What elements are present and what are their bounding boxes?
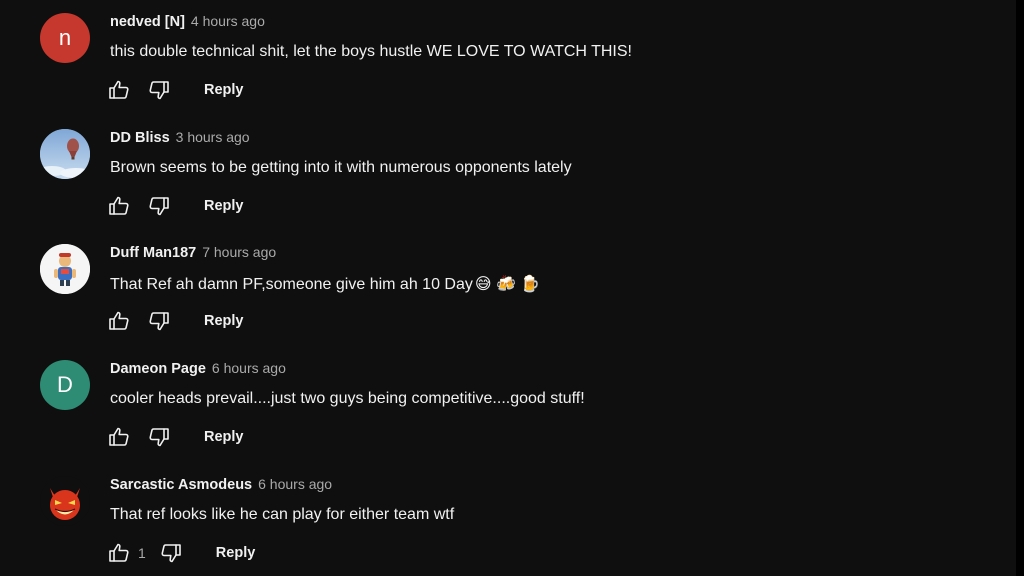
- comment-text: That ref looks like he can play for eith…: [110, 506, 455, 523]
- like-button[interactable]: [106, 77, 132, 103]
- comment-header: nedved [N] 4 hours ago: [110, 13, 265, 33]
- dislike-button[interactable]: [146, 308, 172, 334]
- comment-text-body: That Ref ah damn PF,someone give him ah …: [110, 276, 473, 293]
- avatar[interactable]: [40, 129, 90, 179]
- cartoon-character-avatar-image: [40, 244, 90, 294]
- comment-author[interactable]: Duff Man187: [110, 245, 196, 261]
- comment-emojis: 😅 🍻 🍺: [474, 276, 541, 293]
- reply-button[interactable]: Reply: [216, 545, 256, 561]
- dislike-button[interactable]: [158, 540, 184, 566]
- comment-actions: 1 Reply: [106, 540, 255, 566]
- comment-header: Duff Man187 7 hours ago: [110, 244, 276, 264]
- comment-author[interactable]: Dameon Page: [110, 361, 206, 377]
- comment-header: DD Bliss 3 hours ago: [110, 129, 250, 149]
- comment-time[interactable]: 3 hours ago: [176, 129, 250, 145]
- comment-author[interactable]: Sarcastic Asmodeus: [110, 477, 252, 493]
- avatar[interactable]: [40, 476, 90, 526]
- comment-time[interactable]: 6 hours ago: [212, 360, 286, 376]
- comment-text: That Ref ah damn PF,someone give him ah …: [110, 274, 540, 294]
- comment-time[interactable]: 7 hours ago: [202, 244, 276, 260]
- comment-item: D Dameon Page 6 hours ago cooler heads p…: [40, 347, 940, 457]
- avatar[interactable]: D: [40, 360, 90, 410]
- avatar-letter: n: [58, 25, 72, 50]
- thumbs-down-icon: [149, 428, 169, 447]
- like-button[interactable]: [106, 308, 132, 334]
- comment-header: Dameon Page 6 hours ago: [110, 360, 286, 380]
- thumbs-down-icon: [161, 544, 181, 563]
- thumbs-up-icon: [109, 543, 129, 562]
- thumbs-up-icon: [109, 427, 129, 446]
- comment-item: n nedved [N] 4 hours ago this double tec…: [40, 0, 940, 110]
- reply-button[interactable]: Reply: [204, 429, 244, 445]
- thumbs-down-icon: [149, 81, 169, 100]
- like-count: 1: [138, 545, 146, 561]
- thumbs-up-icon: [109, 311, 129, 330]
- avatar[interactable]: n: [40, 13, 90, 63]
- comment-item: DD Bliss 3 hours ago Brown seems to be g…: [40, 116, 940, 226]
- reply-button[interactable]: Reply: [204, 313, 244, 329]
- like-button[interactable]: [106, 540, 132, 566]
- thumbs-down-icon: [149, 197, 169, 216]
- thumbs-down-icon: [149, 312, 169, 331]
- comments-panel: n nedved [N] 4 hours ago this double tec…: [0, 0, 1024, 576]
- window-edge: [1016, 0, 1024, 576]
- comment-author[interactable]: nedved [N]: [110, 14, 185, 30]
- comment-text: Brown seems to be getting into it with n…: [110, 159, 572, 176]
- comment-actions: Reply: [106, 77, 244, 103]
- comment-actions: Reply: [106, 193, 244, 219]
- hot-air-balloon-avatar-image: [40, 129, 90, 179]
- comment-actions: Reply: [106, 308, 244, 334]
- comment-item: Duff Man187 7 hours ago That Ref ah damn…: [40, 231, 940, 341]
- like-button[interactable]: [106, 193, 132, 219]
- comment-author[interactable]: DD Bliss: [110, 130, 170, 146]
- dislike-button[interactable]: [146, 77, 172, 103]
- like-button[interactable]: [106, 424, 132, 450]
- comment-text: this double technical shit, let the boys…: [110, 43, 632, 60]
- avatar-letter: D: [57, 372, 73, 397]
- comment-header: Sarcastic Asmodeus 6 hours ago: [110, 476, 332, 496]
- thumbs-up-icon: [109, 80, 129, 99]
- dislike-button[interactable]: [146, 424, 172, 450]
- dislike-button[interactable]: [146, 193, 172, 219]
- thumbs-up-icon: [109, 196, 129, 215]
- reply-button[interactable]: Reply: [204, 198, 244, 214]
- comment-actions: Reply: [106, 424, 244, 450]
- comment-time[interactable]: 6 hours ago: [258, 476, 332, 492]
- comment-text: cooler heads prevail....just two guys be…: [110, 390, 585, 407]
- avatar[interactable]: [40, 244, 90, 294]
- comment-item: Sarcastic Asmodeus 6 hours ago That ref …: [40, 463, 940, 573]
- reply-button[interactable]: Reply: [204, 82, 244, 98]
- devil-face-avatar-image: [40, 476, 90, 526]
- comment-time[interactable]: 4 hours ago: [191, 13, 265, 29]
